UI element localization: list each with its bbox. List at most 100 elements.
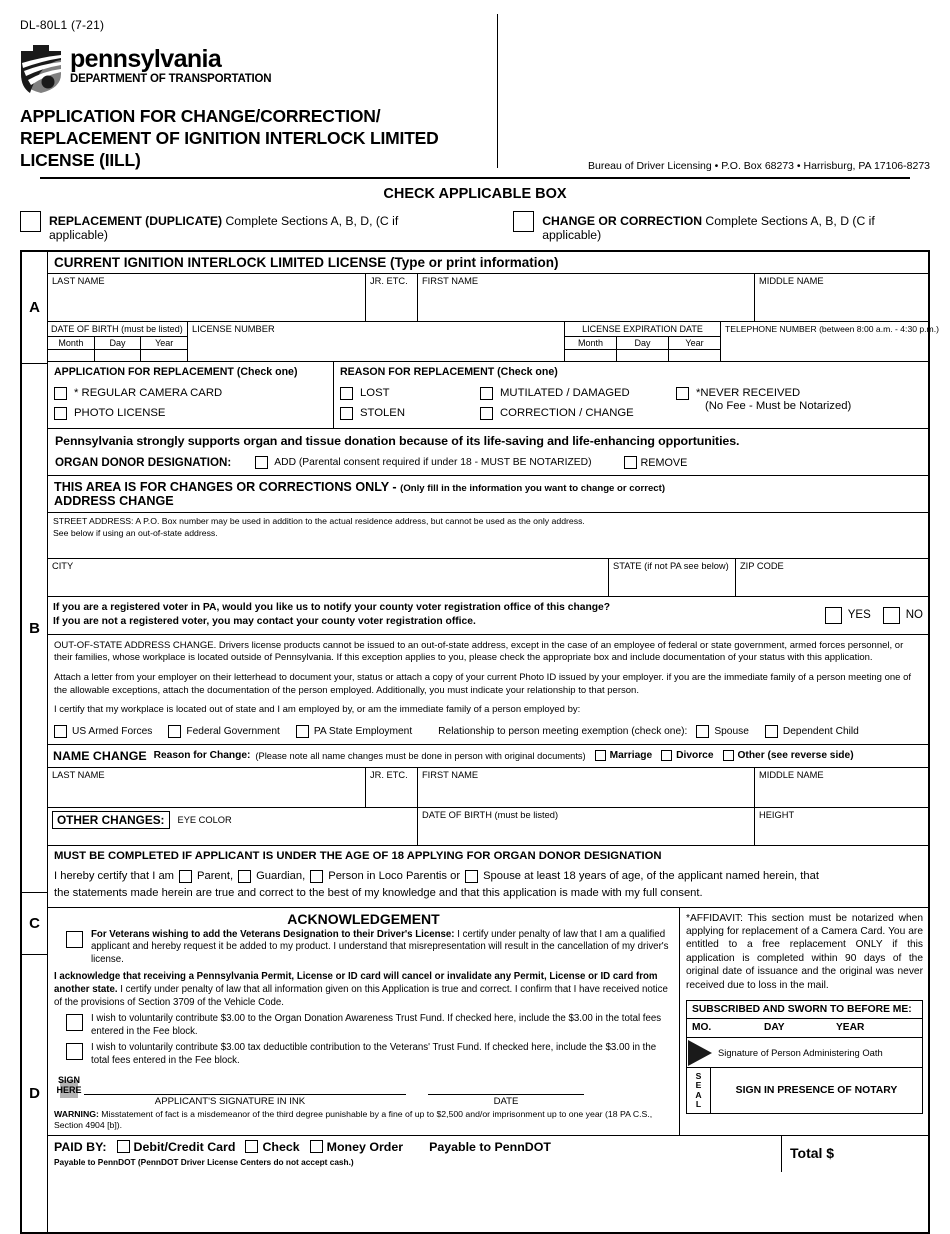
first-name-field[interactable]: FIRST NAME xyxy=(418,274,755,321)
eye-color-field[interactable]: OTHER CHANGES: EYE COLOR xyxy=(48,807,418,845)
acknowledgement-rest: I certify under penalty of law that all … xyxy=(54,983,668,1008)
notary-date-row[interactable]: MO. DAY YEAR xyxy=(687,1019,922,1039)
regular-camera-card-checkbox[interactable] xyxy=(54,387,67,400)
jr-etc-field[interactable]: JR. ETC. xyxy=(366,274,418,321)
money-order-checkbox[interactable] xyxy=(309,1140,323,1154)
check-option[interactable]: Check xyxy=(245,1140,300,1154)
signature-date-line[interactable] xyxy=(428,1094,584,1096)
exp-year-field[interactable]: Year xyxy=(669,337,720,361)
organ-fund-checkbox[interactable] xyxy=(66,1014,83,1032)
total-fee-field[interactable]: Total $ xyxy=(782,1136,928,1172)
organ-add-checkbox[interactable] xyxy=(255,456,269,469)
height-field[interactable]: HEIGHT xyxy=(755,808,928,845)
replacement-checkbox[interactable] xyxy=(20,211,41,232)
veterans-fund-checkbox[interactable] xyxy=(66,1043,83,1061)
spouse-checkbox[interactable] xyxy=(696,724,710,738)
regular-camera-card-option[interactable]: * REGULAR CAMERA CARD xyxy=(54,387,327,400)
photo-license-label: PHOTO LICENSE xyxy=(74,407,166,419)
voter-yes-checkbox[interactable] xyxy=(824,606,842,624)
new-middle-name-field[interactable]: MIDDLE NAME xyxy=(755,768,928,807)
exp-month-field[interactable]: Month xyxy=(565,337,617,361)
changes-only-heading: THIS AREA IS FOR CHANGES OR CORRECTIONS … xyxy=(54,480,922,494)
guardian-checkbox[interactable] xyxy=(238,870,252,884)
stolen-option[interactable]: STOLEN xyxy=(340,407,480,420)
veterans-designation-option[interactable]: For Veterans wishing to add the Veterans… xyxy=(54,929,673,967)
photo-license-checkbox[interactable] xyxy=(54,407,67,420)
never-received-checkbox[interactable] xyxy=(676,387,689,400)
last-name-field[interactable]: LAST NAME xyxy=(48,274,366,321)
dob-month-input[interactable] xyxy=(48,350,94,361)
telephone-field[interactable]: TELEPHONE NUMBER (between 8:00 a.m. - 4:… xyxy=(721,322,939,361)
address-change-heading: ADDRESS CHANGE xyxy=(54,494,174,508)
debit-credit-card-option[interactable]: Debit/Credit Card xyxy=(116,1139,236,1154)
debit-credit-card-checkbox[interactable] xyxy=(116,1140,130,1154)
city-field[interactable]: CITY xyxy=(48,559,609,596)
stolen-checkbox[interactable] xyxy=(340,407,353,420)
correction-change-checkbox[interactable] xyxy=(480,407,493,420)
new-first-name-field[interactable]: FIRST NAME xyxy=(418,767,755,807)
parent-checkbox[interactable] xyxy=(179,870,193,884)
organ-remove-checkbox[interactable] xyxy=(623,456,637,469)
lost-option[interactable]: LOST xyxy=(340,387,480,400)
new-jr-etc-field[interactable]: JR. ETC. xyxy=(366,767,418,807)
dob-day-input[interactable] xyxy=(95,350,141,361)
date-of-birth-group[interactable]: DATE OF BIRTH (must be listed) Month Day xyxy=(48,322,188,361)
dob-day-field[interactable]: Day xyxy=(94,337,142,361)
replacement-option[interactable]: REPLACEMENT (DUPLICATE) Complete Section… xyxy=(20,211,453,242)
us-armed-forces-checkbox[interactable] xyxy=(54,724,67,738)
change-correction-checkbox[interactable] xyxy=(513,211,535,232)
license-number-field[interactable]: LICENSE NUMBER xyxy=(188,322,565,361)
dob-year-input[interactable] xyxy=(141,350,187,361)
debit-credit-card-label: Debit/Credit Card xyxy=(133,1139,236,1154)
divorce-option[interactable]: Divorce xyxy=(661,750,714,762)
photo-license-option[interactable]: PHOTO LICENSE xyxy=(54,407,327,420)
voter-yes-option[interactable]: YES xyxy=(824,606,871,624)
exp-day-input[interactable] xyxy=(617,350,668,361)
exp-year-input[interactable] xyxy=(669,350,720,361)
marriage-option[interactable]: Marriage xyxy=(594,750,652,762)
organ-fund-option[interactable]: I wish to voluntarily contribute $3.00 t… xyxy=(54,1013,673,1038)
spouse-label: Spouse xyxy=(714,725,749,737)
zip-code-field[interactable]: ZIP CODE xyxy=(736,559,928,596)
correction-change-label: CORRECTION / CHANGE xyxy=(500,407,634,419)
paid-by-block: PAID BY: Debit/Credit Card Check Money O… xyxy=(48,1134,928,1172)
exp-day-field[interactable]: Day xyxy=(617,337,669,361)
check-checkbox[interactable] xyxy=(245,1140,259,1154)
dob-year-field[interactable]: Year xyxy=(141,337,188,361)
voter-no-checkbox[interactable] xyxy=(882,606,900,624)
spouse-18-checkbox[interactable] xyxy=(465,870,479,884)
applicant-signature-line[interactable] xyxy=(84,1094,406,1096)
marriage-checkbox[interactable] xyxy=(594,750,606,762)
pa-state-employment-checkbox[interactable] xyxy=(295,724,309,738)
correction-change-option[interactable]: CORRECTION / CHANGE xyxy=(480,407,676,420)
notary-oath-row[interactable]: Signature of Person Administering Oath xyxy=(687,1038,922,1069)
last-name-label: LAST NAME xyxy=(52,276,105,286)
dependent-child-checkbox[interactable] xyxy=(764,724,778,738)
mutilated-damaged-checkbox[interactable] xyxy=(480,387,493,400)
lost-checkbox[interactable] xyxy=(340,387,353,400)
federal-government-checkbox[interactable] xyxy=(168,724,182,738)
other-changes-row: OTHER CHANGES: EYE COLOR DATE OF BIRTH (… xyxy=(48,806,928,845)
money-order-option[interactable]: Money Order xyxy=(309,1140,403,1154)
veterans-fund-option[interactable]: I wish to voluntarily contribute $3.00 t… xyxy=(54,1042,673,1067)
dob-month-field[interactable]: Month xyxy=(48,337,95,361)
exp-month-input[interactable] xyxy=(565,350,616,361)
mutilated-damaged-option[interactable]: MUTILATED / DAMAGED xyxy=(480,387,676,400)
street-address-field[interactable]: STREET ADDRESS: A P.O. Box number may be… xyxy=(48,512,928,558)
license-expiration-group[interactable]: LICENSE EXPIRATION DATE Month Day Year xyxy=(565,322,721,361)
other-dob-field[interactable]: DATE OF BIRTH (must be listed) xyxy=(418,807,755,845)
penndot-logo: pennsylvania DEPARTMENT OF TRANSPORTATIO… xyxy=(20,44,930,94)
never-received-main: *NEVER RECEIVED xyxy=(696,387,801,399)
voter-no-option[interactable]: NO xyxy=(882,606,923,624)
loco-parentis-checkbox[interactable] xyxy=(310,870,324,884)
never-received-option[interactable]: *NEVER RECEIVED (No Fee - Must be Notari… xyxy=(676,387,922,412)
new-last-name-field[interactable]: LAST NAME xyxy=(48,767,366,807)
divorce-checkbox[interactable] xyxy=(661,750,673,762)
state-field[interactable]: STATE (if not PA see below) xyxy=(609,559,736,596)
other-reason-option[interactable]: Other (see reverse side) xyxy=(722,750,854,762)
veterans-designation-checkbox[interactable] xyxy=(66,930,83,948)
other-reason-checkbox[interactable] xyxy=(722,750,734,762)
change-correction-option[interactable]: CHANGE OR CORRECTION Complete Sections A… xyxy=(513,211,930,242)
section-a-title: CURRENT IGNITION INTERLOCK LIMITED LICEN… xyxy=(54,255,559,270)
middle-name-field[interactable]: MIDDLE NAME xyxy=(755,274,928,321)
